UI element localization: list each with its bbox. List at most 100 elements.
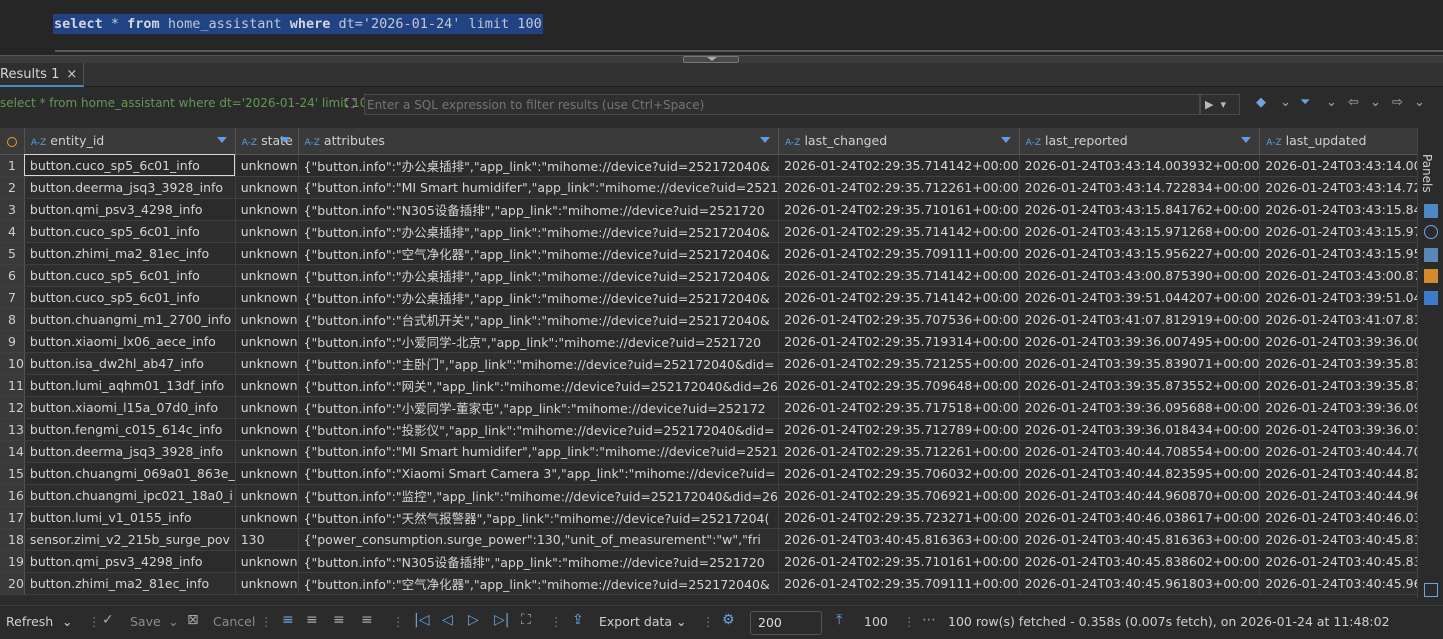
- cell-state[interactable]: unknown: [235, 220, 299, 243]
- column-header-last-updated[interactable]: A-Z last_updated: [1259, 128, 1417, 155]
- table-row[interactable]: 6 button.cuco_sp5_6c01_info unknown {"butto…: [0, 264, 1417, 287]
- cell-last-updated[interactable]: 2026-01-24T03:39:36.018434+00:00: [1259, 418, 1417, 441]
- table-row[interactable]: 5 button.zhimi_ma2_81ec_info unknown {"butt…: [0, 242, 1417, 265]
- cell-state[interactable]: unknown: [235, 154, 299, 177]
- splitter-grip-icon[interactable]: [683, 56, 739, 63]
- cell-last-updated[interactable]: 2026-01-24T03:39:35.873552+00:00: [1259, 374, 1417, 397]
- chevron-down-icon[interactable]: ⌄: [62, 614, 72, 629]
- cell-attributes[interactable]: {"button.info":"小爱同学-董家屯","app_link":"mi…: [298, 396, 780, 419]
- table-row[interactable]: 18 sensor.zimi_v2_215b_surge_pov 130 {"powe…: [0, 528, 1417, 551]
- cell-last-changed[interactable]: 2026-01-24T02:29:35.714142+00:00: [778, 220, 1020, 243]
- copy-row-icon[interactable]: ≡: [333, 612, 345, 628]
- table-row[interactable]: 7 button.cuco_sp5_6c01_info unknown {"butto…: [0, 286, 1417, 309]
- table-row[interactable]: 2 button.deerma_jsq3_3928_info unknown {"bu…: [0, 176, 1417, 199]
- settings-icon[interactable]: ⚙: [722, 612, 735, 628]
- row-number[interactable]: 4: [0, 220, 25, 243]
- row-number[interactable]: 5: [0, 242, 25, 265]
- fullscreen-icon[interactable]: ⛶: [521, 612, 531, 628]
- table-row[interactable]: 14 button.deerma_jsq3_3928_info unknown {"b…: [0, 440, 1417, 463]
- cell-entity-id[interactable]: button.xiaomi_lx06_aece_info: [24, 330, 236, 353]
- prev-page-icon[interactable]: ◁: [442, 612, 453, 628]
- cell-last-updated[interactable]: 2026-01-24T03:40:45.816363+00:00: [1259, 528, 1417, 551]
- cell-last-changed[interactable]: 2026-01-24T02:29:35.712261+00:00: [778, 440, 1020, 463]
- row-number[interactable]: 8: [0, 308, 25, 331]
- cell-last-updated[interactable]: 2026-01-24T03:40:44.823595+00:00: [1259, 462, 1417, 485]
- cell-attributes[interactable]: {"button.info":"小爱同学-北京","app_link":"mih…: [298, 330, 780, 353]
- cell-last-changed[interactable]: 2026-01-24T02:29:35.714142+00:00: [778, 286, 1020, 309]
- table-row[interactable]: 8 button.chuangmi_m1_2700_info unknown {"bu…: [0, 308, 1417, 331]
- sort-arrow-icon[interactable]: [1000, 137, 1011, 143]
- cell-last-reported[interactable]: 2026-01-24T03:41:07.812919+00:00: [1019, 308, 1261, 331]
- cell-state[interactable]: unknown: [235, 286, 299, 309]
- chevron-down-icon[interactable]: ⌄: [1326, 95, 1337, 110]
- table-row[interactable]: 3 button.qmi_psv3_4298_info unknown {"butto…: [0, 198, 1417, 221]
- chart-icon[interactable]: [1424, 269, 1438, 283]
- cell-entity-id[interactable]: button.chuangmi_ipc021_18a0_i: [24, 484, 236, 507]
- sort-arrow-icon[interactable]: [760, 137, 771, 143]
- table-row[interactable]: 9 button.xiaomi_lx06_aece_info unknown {"bu…: [0, 330, 1417, 353]
- panels-label[interactable]: Panels: [1420, 154, 1434, 193]
- cell-entity-id[interactable]: button.cuco_sp5_6c01_info: [24, 286, 236, 309]
- cell-last-reported[interactable]: 2026-01-24T03:40:45.961803+00:00: [1019, 572, 1261, 595]
- cell-last-reported[interactable]: 2026-01-24T03:43:15.956227+00:00: [1019, 242, 1261, 265]
- cell-state[interactable]: unknown: [235, 418, 299, 441]
- save-button[interactable]: Save: [130, 614, 161, 629]
- cell-entity-id[interactable]: button.qmi_psv3_4298_info: [24, 198, 236, 221]
- cell-last-changed[interactable]: 2026-01-24T02:29:35.709111+00:00: [778, 242, 1020, 265]
- cell-state[interactable]: unknown: [235, 506, 299, 529]
- row-number[interactable]: 17: [0, 506, 25, 529]
- cell-last-updated[interactable]: 2026-01-24T03:39:51.044207+00:00: [1259, 286, 1417, 309]
- smile-icon[interactable]: [1424, 225, 1438, 239]
- chevron-down-icon[interactable]: ⌄: [1370, 95, 1381, 110]
- forward-icon[interactable]: ⇨: [1392, 95, 1403, 110]
- cell-last-changed[interactable]: 2026-01-24T02:29:35.719314+00:00: [778, 330, 1020, 353]
- cell-state[interactable]: unknown: [235, 242, 299, 265]
- cell-entity-id[interactable]: button.cuco_sp5_6c01_info: [24, 220, 236, 243]
- sort-arrow-icon[interactable]: [279, 137, 290, 143]
- cell-last-changed[interactable]: 2026-01-24T02:29:35.714142+00:00: [778, 264, 1020, 287]
- row-number[interactable]: 19: [0, 550, 25, 573]
- column-header-attributes[interactable]: A-Z attributes: [298, 128, 780, 155]
- row-number-header[interactable]: [0, 128, 25, 155]
- cell-entity-id[interactable]: button.chuangmi_m1_2700_info: [24, 308, 236, 331]
- cell-entity-id[interactable]: sensor.zimi_v2_215b_surge_pov: [24, 528, 236, 551]
- cell-last-changed[interactable]: 2026-01-24T02:29:35.721255+00:00: [778, 352, 1020, 375]
- cell-state[interactable]: unknown: [235, 374, 299, 397]
- cell-entity-id[interactable]: button.xiaomi_l15a_07d0_info: [24, 396, 236, 419]
- apply-filter-button[interactable]: ▶ ▾: [1200, 94, 1240, 115]
- cell-attributes[interactable]: {"button.info":"MI Smart humidifer","app…: [298, 176, 780, 199]
- cell-entity-id[interactable]: button.deerma_jsq3_3928_info: [24, 440, 236, 463]
- cell-last-reported[interactable]: 2026-01-24T03:43:15.841762+00:00: [1019, 198, 1261, 221]
- cell-attributes[interactable]: {"power_consumption.surge_power":130,"un…: [298, 528, 780, 551]
- cell-last-updated[interactable]: 2026-01-24T03:43:15.971268+00:00: [1259, 220, 1417, 243]
- table-row[interactable]: 11 button.lumi_aqhm01_13df_info unknown {"b…: [0, 374, 1417, 397]
- cell-state[interactable]: unknown: [235, 198, 299, 221]
- expand-icon[interactable]: ⛶: [346, 96, 362, 112]
- grid-icon[interactable]: [1424, 204, 1438, 218]
- cell-entity-id[interactable]: button.cuco_sp5_6c01_info: [24, 264, 236, 287]
- chevron-down-icon[interactable]: ⌄: [676, 614, 686, 629]
- check-circle-icon[interactable]: ✓: [102, 612, 114, 628]
- cell-attributes[interactable]: {"button.info":"空气净化器","app_link":"mihom…: [298, 572, 780, 595]
- cell-attributes[interactable]: {"button.info":"办公桌插排","app_link":"mihom…: [298, 220, 780, 243]
- sql-query-text[interactable]: select * from home_assistant where dt='2…: [53, 14, 543, 34]
- cell-last-reported[interactable]: 2026-01-24T03:43:00.875390+00:00: [1019, 264, 1261, 287]
- table-row[interactable]: 13 button.fengmi_c015_614c_info unknown {"b…: [0, 418, 1417, 441]
- cell-last-reported[interactable]: 2026-01-24T03:40:46.038617+00:00: [1019, 506, 1261, 529]
- cell-state[interactable]: unknown: [235, 462, 299, 485]
- cell-last-updated[interactable]: 2026-01-24T03:43:15.956227+00:00: [1259, 242, 1417, 265]
- first-page-icon[interactable]: |◁: [414, 612, 429, 628]
- cell-state[interactable]: unknown: [235, 440, 299, 463]
- table-row[interactable]: 10 button.isa_dw2hl_ab47_info unknown {"but…: [0, 352, 1417, 375]
- cell-state[interactable]: unknown: [235, 308, 299, 331]
- cell-attributes[interactable]: {"button.info":"空气净化器","app_link":"mihom…: [298, 242, 780, 265]
- cell-last-reported[interactable]: 2026-01-24T03:43:15.971268+00:00: [1019, 220, 1261, 243]
- back-icon[interactable]: ⇦: [1348, 95, 1359, 110]
- cell-state[interactable]: 130: [235, 528, 299, 551]
- cell-entity-id[interactable]: button.zhimi_ma2_81ec_info: [24, 242, 236, 265]
- more-icon[interactable]: ⋯: [922, 612, 936, 628]
- cell-state[interactable]: unknown: [235, 572, 299, 595]
- row-number[interactable]: 3: [0, 198, 25, 221]
- cell-entity-id[interactable]: button.chuangmi_069a01_863e_: [24, 462, 236, 485]
- chevron-down-icon[interactable]: ⌄: [1280, 95, 1291, 110]
